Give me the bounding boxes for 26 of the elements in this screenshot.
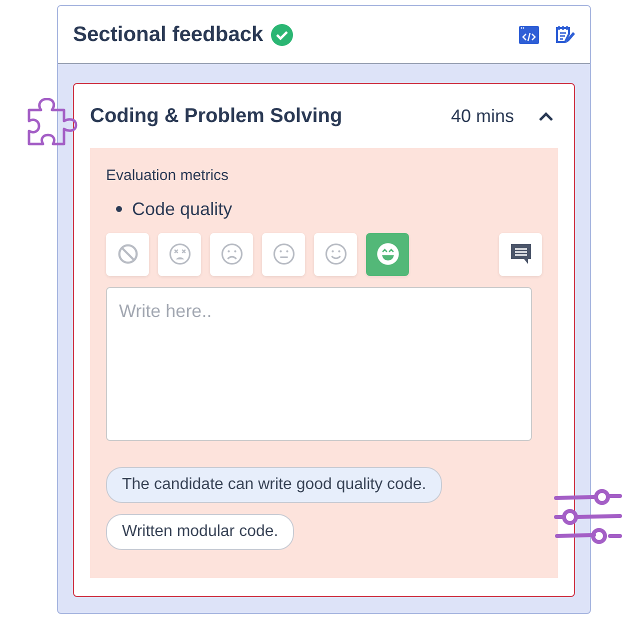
metrics-label: Evaluation metrics — [106, 166, 230, 186]
rating-button[interactable] — [366, 232, 409, 276]
rating-button[interactable] — [262, 232, 305, 276]
section-heading: Coding & Problem Solving — [90, 104, 342, 129]
section-title: Sectional feedback — [73, 22, 264, 48]
duration: 40 mins — [450, 104, 514, 128]
rating-button[interactable] — [106, 232, 149, 276]
rating-button[interactable] — [210, 232, 253, 276]
rating-button[interactable] — [158, 232, 201, 276]
sad-face-icon — [218, 241, 244, 267]
notepad-pen-icon[interactable] — [555, 24, 575, 44]
chevron-icon[interactable] — [538, 111, 554, 121]
neutral-face-icon — [270, 241, 296, 267]
comment-field[interactable]: Write here.. — [106, 286, 532, 440]
bullet-icon — [116, 206, 122, 212]
sliders-icon — [554, 488, 622, 546]
smile-face-icon — [322, 241, 348, 267]
comment-icon — [508, 242, 532, 266]
dizzy-face-icon — [166, 241, 192, 267]
rating-button[interactable] — [314, 232, 357, 276]
grin-face-icon — [374, 241, 400, 267]
suggestion-chip[interactable]: Written modular code. — [106, 514, 294, 550]
code-window-icon[interactable] — [519, 26, 539, 44]
suggestion-chip[interactable]: The candidate can write good quality code. — [106, 466, 442, 502]
comment-button[interactable] — [499, 232, 542, 276]
metric-name: Code quality — [132, 198, 232, 221]
